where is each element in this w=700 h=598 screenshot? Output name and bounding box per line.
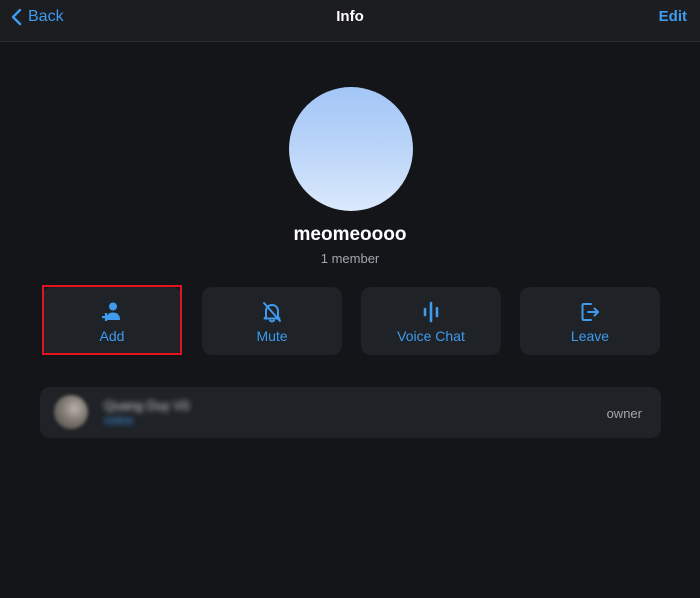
nav-bar: Back Info Edit [0, 0, 700, 42]
member-name: Quang Duy Vũ [104, 398, 190, 413]
member-row[interactable]: Quang Duy Vũ online owner [40, 387, 661, 438]
voice-chat-button[interactable]: Voice Chat [361, 287, 501, 355]
group-name: meomeoooo [293, 224, 407, 245]
voice-waveform-icon [423, 301, 439, 323]
member-status: online [104, 415, 134, 427]
add-user-icon [102, 302, 120, 321]
group-avatar[interactable] [289, 87, 413, 211]
member-avatar [54, 395, 88, 429]
voice-chat-label: Voice Chat [397, 328, 465, 344]
member-count: 1 member [320, 251, 380, 266]
leave-icon [581, 303, 599, 321]
bell-slash-icon [263, 302, 281, 323]
add-label: Add [99, 328, 125, 344]
mute-button[interactable]: Mute [202, 287, 342, 355]
leave-label: Leave [570, 328, 610, 344]
member-role: owner [606, 406, 642, 421]
edit-button[interactable]: Edit [659, 8, 687, 25]
mute-label: Mute [256, 328, 288, 344]
add-button[interactable]: Add [42, 287, 182, 355]
page-title: Info [336, 8, 364, 25]
leave-button[interactable]: Leave [520, 287, 660, 355]
